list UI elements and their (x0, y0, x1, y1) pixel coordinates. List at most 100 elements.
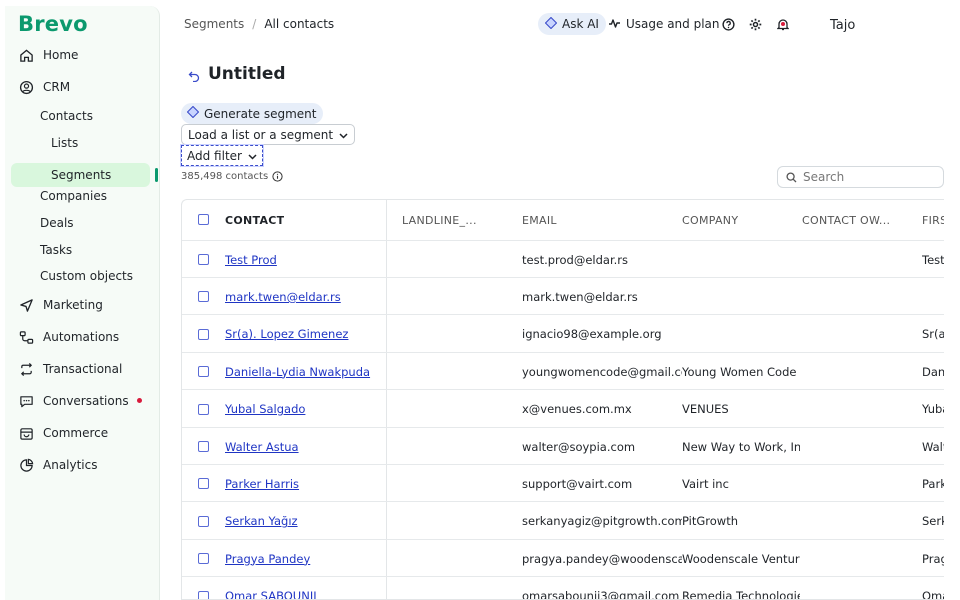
user-menu[interactable]: Tajo (830, 18, 855, 33)
sidebar: Brevo Home CRM Contacts Lists Segments C… (5, 6, 160, 600)
table-row[interactable]: Omar SABOUNJI omarsabounji3@gmail.com Reme… (182, 578, 944, 600)
ask-ai-button[interactable]: Ask AI (538, 13, 606, 35)
table-row[interactable]: Serkan Yağız serkanyagiz@pitgrowth.com Pit… (182, 503, 944, 540)
generate-segment-button[interactable]: Generate segment (181, 103, 323, 124)
sidebar-item-contacts[interactable]: Contacts (40, 105, 93, 127)
contact-name-link[interactable]: Pragya Pandey (225, 552, 310, 566)
back-arrow-icon[interactable] (188, 70, 200, 86)
email-cell: omarsabounji3@gmail.com (522, 589, 680, 600)
table-row[interactable]: Walter Astua walter@soypia.com New Way to … (182, 428, 944, 465)
landline-cell (402, 578, 517, 599)
table-row[interactable]: Pragya Pandey pragya.pandey@woodenscale.c… (182, 540, 944, 578)
contact-name-link[interactable]: mark.twen@eldar.rs (225, 290, 341, 304)
table-row[interactable]: Sr(a). Lopez Gimenez ignacio98@example.or… (182, 316, 944, 353)
brevo-logo[interactable]: Brevo (18, 12, 88, 36)
sidebar-item-analytics[interactable]: Analytics (5, 452, 155, 478)
sidebar-item-automations[interactable]: Automations (5, 324, 155, 350)
firstname-cell: Walt (922, 439, 944, 454)
sidebar-item-conversations[interactable]: Conversations (5, 388, 155, 414)
email-cell: ignacio98@example.org (522, 327, 662, 342)
column-header-firstname[interactable]: FIRS (922, 200, 944, 241)
contact-name-link[interactable]: Serkan Yağız (225, 514, 298, 528)
row-checkbox[interactable] (198, 553, 209, 565)
row-checkbox[interactable] (198, 478, 209, 490)
search-input[interactable] (803, 170, 923, 184)
sidebar-item-companies[interactable]: Companies (40, 185, 107, 207)
company-cell (682, 316, 800, 353)
sidebar-item-crm[interactable]: CRM (5, 74, 155, 100)
sidebar-item-segments[interactable]: Segments (51, 164, 111, 186)
firstname-cell: Test (922, 252, 944, 267)
company-cell: VENUES (682, 402, 729, 417)
breadcrumb-parent[interactable]: Segments (184, 17, 244, 31)
page-title[interactable]: Untitled (208, 64, 286, 84)
sidebar-item-lists[interactable]: Lists (51, 132, 78, 154)
select-all-checkbox[interactable] (198, 214, 209, 225)
contact-name-link[interactable]: Daniella-Lydia Nwakpuda (225, 365, 370, 379)
sidebar-item-custom-objects[interactable]: Custom objects (40, 265, 133, 287)
contact-name-link[interactable]: Omar SABOUNJI (225, 589, 317, 599)
column-header-contact[interactable]: CONTACT (225, 200, 284, 241)
sidebar-item-tasks[interactable]: Tasks (40, 239, 72, 261)
firstname-cell: Serk (922, 514, 944, 529)
gear-icon[interactable] (749, 16, 763, 31)
chevron-down-icon (339, 128, 348, 142)
search-box[interactable] (777, 166, 944, 188)
company-cell: Vairt inc (682, 476, 729, 491)
info-icon[interactable] (272, 171, 283, 185)
sidebar-item-label: Analytics (43, 458, 98, 472)
row-checkbox[interactable] (198, 403, 209, 415)
email-cell: test.prod@eldar.rs (522, 252, 629, 267)
firstname-cell (922, 278, 944, 315)
table-row[interactable]: mark.twen@eldar.rs mark.twen@eldar.rs (182, 278, 944, 316)
company-cell (682, 241, 800, 278)
table-row[interactable]: Daniella-Lydia Nwakpuda youngwomencode@gm… (182, 353, 944, 391)
sidebar-item-commerce[interactable]: Commerce (5, 420, 155, 446)
sidebar-item-label: CRM (43, 80, 71, 94)
contact-name-link[interactable]: Yubal Salgado (225, 402, 305, 416)
contact-name-link[interactable]: Parker Harris (225, 477, 299, 491)
sparkle-icon (544, 16, 558, 32)
sidebar-item-label: Marketing (43, 298, 103, 312)
add-filter-button[interactable]: Add filter (180, 144, 264, 167)
landline-cell (402, 353, 517, 390)
contact-owner-cell (802, 391, 917, 428)
row-checkbox[interactable] (198, 590, 209, 599)
company-cell: Woodenscale Venture (682, 551, 800, 566)
sidebar-item-marketing[interactable]: Marketing (5, 292, 155, 318)
row-checkbox[interactable] (198, 328, 209, 340)
table-row[interactable]: Parker Harris support@vairt.com Vairt inc P… (182, 465, 944, 503)
sidebar-item-label: Home (43, 48, 79, 62)
row-checkbox[interactable] (198, 366, 209, 378)
contact-name-link[interactable]: Walter Astua (225, 440, 299, 454)
column-header-landline[interactable]: LANDLINE_... (402, 200, 477, 241)
landline-cell (402, 540, 517, 577)
row-checkbox[interactable] (198, 441, 209, 452)
table-row[interactable]: Yubal Salgado x@venues.com.mx VENUES Yuba (182, 391, 944, 428)
load-list-dropdown[interactable]: Load a list or a segment (181, 124, 356, 145)
column-header-company[interactable]: COMPANY (682, 200, 738, 241)
pie-chart-icon (18, 457, 34, 473)
send-icon (18, 297, 34, 313)
sidebar-item-label: Automations (43, 330, 120, 344)
contact-count: 385,498 contacts (181, 167, 283, 185)
sidebar-item-deals[interactable]: Deals (40, 212, 74, 234)
bell-icon[interactable] (776, 16, 791, 31)
row-checkbox[interactable] (198, 254, 209, 265)
contact-count-label: 385,498 contacts (181, 170, 269, 182)
landline-cell (402, 465, 517, 502)
firstname-cell: Oma (922, 589, 944, 600)
sidebar-item-home[interactable]: Home (5, 42, 155, 68)
column-header-contact-owner[interactable]: CONTACT OW... (802, 200, 890, 241)
sidebar-item-transactional[interactable]: Transactional (5, 356, 155, 382)
row-checkbox[interactable] (198, 291, 209, 303)
row-checkbox[interactable] (198, 515, 209, 527)
table-row[interactable]: Test Prod test.prod@eldar.rs Test (182, 241, 944, 278)
contact-name-link[interactable]: Test Prod (225, 253, 277, 267)
help-icon[interactable] (722, 16, 736, 31)
column-header-email[interactable]: EMAIL (522, 200, 557, 241)
company-cell: New Way to Work, Inc. (682, 439, 800, 454)
usage-and-plan-button[interactable]: Usage and plan (608, 13, 720, 35)
contact-name-link[interactable]: Sr(a). Lopez Gimenez (225, 327, 348, 341)
company-cell: PitGrowth (682, 514, 739, 529)
